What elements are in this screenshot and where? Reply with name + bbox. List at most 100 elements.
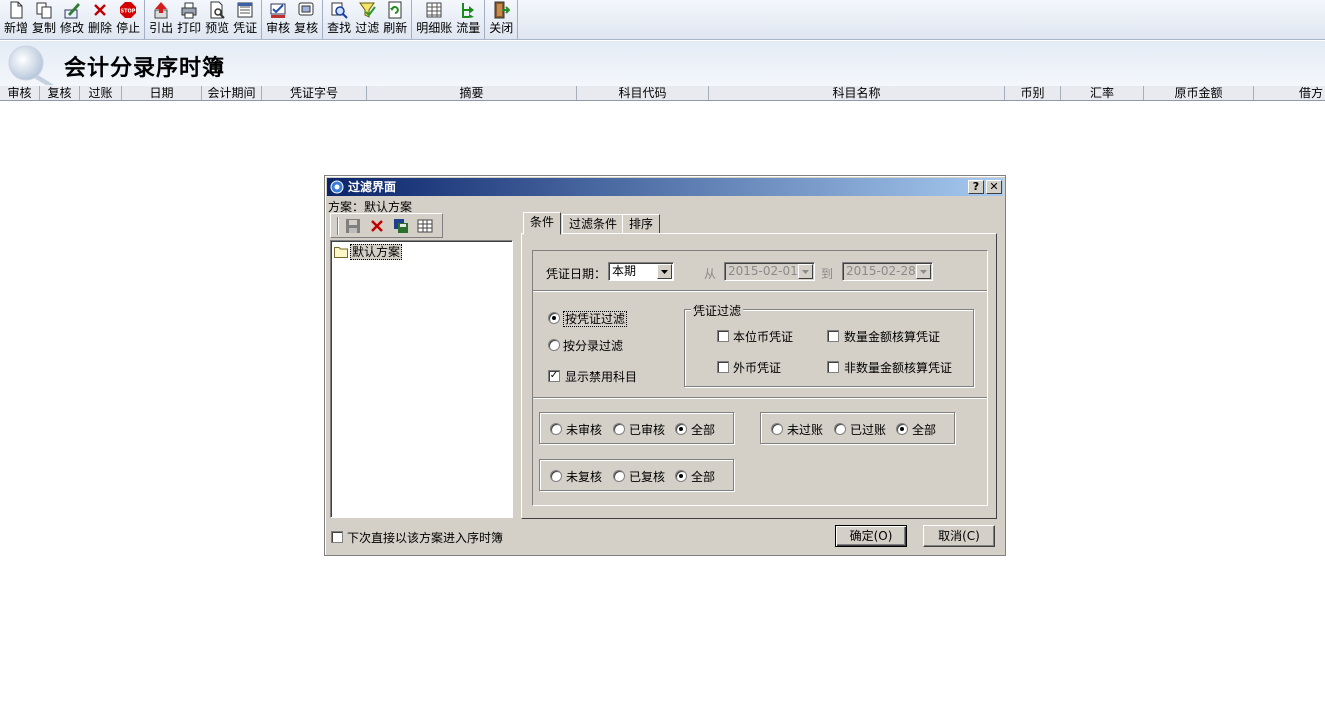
new-button[interactable]: 新增 — [2, 0, 30, 39]
tab-filter-condition[interactable]: 过滤条件 — [562, 214, 625, 234]
checkbox-local-currency[interactable] — [717, 330, 729, 342]
local-currency-label: 本位币凭证 — [733, 330, 794, 344]
column-header[interactable]: 汇率 — [1061, 86, 1144, 100]
column-header[interactable]: 摘要 — [367, 86, 577, 100]
chevron-down-icon[interactable] — [657, 264, 672, 279]
column-header[interactable]: 原币金额 — [1144, 86, 1254, 100]
tree-item-label: 默认方案 — [350, 244, 403, 260]
ok-button[interactable]: 确定(O) — [835, 525, 907, 547]
checkbox-non-qty-amount[interactable] — [827, 361, 839, 373]
radio-audit-all[interactable] — [675, 423, 687, 435]
help-button[interactable]: ? — [968, 180, 984, 194]
delete-icon — [94, 4, 106, 16]
toolbar-button-label: 打印 — [177, 21, 202, 35]
recheck-button[interactable]: 复核 — [292, 0, 320, 39]
filter-icon — [359, 2, 376, 18]
tab-condition[interactable]: 条件 — [523, 212, 562, 235]
edit-button[interactable]: 修改 — [58, 0, 86, 39]
column-header[interactable]: 科目代码 — [577, 86, 709, 100]
tab-sort[interactable]: 排序 — [622, 214, 661, 234]
column-header[interactable]: 凭证字号 — [262, 86, 367, 100]
direct-enter-label: 下次直接以该方案进入序时簿 — [347, 531, 504, 545]
save-scheme-button[interactable] — [343, 216, 363, 236]
chevron-down-icon[interactable] — [916, 264, 931, 279]
toolbar-group: 关闭 — [485, 0, 519, 39]
detail-ledger-icon — [426, 2, 442, 18]
detail-ledger-button[interactable]: 明细账 — [414, 0, 454, 39]
column-header[interactable]: 币别 — [1005, 86, 1061, 100]
toolbar-button-label: 停止 — [116, 21, 141, 35]
column-header[interactable]: 日期 — [122, 86, 202, 100]
column-header[interactable]: 借方 — [1254, 86, 1325, 100]
chevron-down-icon[interactable] — [798, 264, 813, 279]
radio-recheck-all[interactable] — [675, 470, 687, 482]
preview-button[interactable]: 预览 — [203, 0, 231, 39]
to-date-picker[interactable]: 2015-02-28 — [842, 262, 933, 281]
date-period-select[interactable]: 本期 — [608, 262, 674, 281]
radio-unaudited[interactable] — [550, 423, 562, 435]
rechecked-label: 已复核 — [629, 470, 666, 484]
column-header[interactable]: 复核 — [40, 86, 80, 100]
toolbar-button-label: 删除 — [88, 21, 113, 35]
save-as-scheme-button[interactable] — [391, 216, 411, 236]
toolbar-button-label: 过滤 — [355, 21, 380, 35]
checkbox-direct-enter[interactable] — [331, 531, 343, 543]
non-qty-amount-label: 非数量金额核算凭证 — [844, 361, 953, 375]
column-header[interactable]: 会计期间 — [202, 86, 262, 100]
export-icon — [154, 2, 168, 19]
from-date-picker[interactable]: 2015-02-01 — [724, 262, 815, 281]
radio-unposted[interactable] — [771, 423, 783, 435]
radio-rechecked[interactable] — [613, 470, 625, 482]
export-button[interactable]: 引出 — [147, 0, 175, 39]
toolbar-button-label: 查找 — [327, 21, 352, 35]
radio-post-all[interactable] — [896, 423, 908, 435]
toolbar-button-label: 引出 — [149, 21, 174, 35]
to-label: 到 — [821, 267, 834, 281]
find-icon — [331, 2, 348, 19]
filter-button[interactable]: 过滤 — [353, 0, 381, 39]
refresh-button[interactable]: 刷新 — [381, 0, 409, 39]
posted-label: 已过账 — [850, 423, 887, 437]
grid-header: 审核 复核 过账 日期 会计期间 凭证字号 摘要 科目代码 科目名称 币别 汇率 原币金额 借方 — [0, 86, 1325, 101]
tree-item-default-scheme[interactable]: 默认方案 — [334, 244, 403, 260]
print-button[interactable]: 打印 — [175, 0, 203, 39]
toolbar-button-label: 审核 — [266, 21, 291, 35]
find-button[interactable]: 查找 — [325, 0, 353, 39]
toolbar-group: 查找 过滤 刷新 — [323, 0, 413, 39]
close-button[interactable]: 关闭 — [487, 0, 515, 39]
delete-scheme-button[interactable] — [367, 216, 387, 236]
date-period-value: 本期 — [612, 264, 637, 278]
main-toolbar: 新增 复制 修改 删除 STOP 停止 引出 打印 预览 凭证 审核 复核 查找 过滤 刷新 明细账 流量 关闭 — [0, 0, 1325, 40]
toolbar-button-label: 新增 — [4, 21, 29, 35]
print-icon — [181, 2, 197, 19]
checkbox-show-disabled-accounts[interactable]: ✓ — [548, 370, 560, 382]
checkbox-foreign-currency[interactable] — [717, 361, 729, 373]
dialog-title-bar[interactable]: 过滤界面 ? ✕ — [327, 178, 1003, 196]
voucher-button[interactable]: 凭证 — [231, 0, 259, 39]
column-header[interactable]: 科目名称 — [709, 86, 1005, 100]
column-header[interactable]: 审核 — [0, 86, 40, 100]
radio-unrechecked[interactable] — [550, 470, 562, 482]
column-header[interactable]: 过账 — [80, 86, 122, 100]
radio-audited[interactable] — [613, 423, 625, 435]
recheck-status-group: 未复核 已复核 全部 — [539, 459, 734, 491]
red-x-icon — [371, 219, 383, 232]
radio-posted[interactable] — [834, 423, 846, 435]
divider — [533, 290, 987, 292]
dialog-close-button[interactable]: ✕ — [986, 180, 1002, 194]
app-icon — [330, 180, 344, 194]
checkbox-qty-amount[interactable] — [827, 330, 839, 342]
cancel-button[interactable]: 取消(C) — [923, 525, 995, 547]
from-label: 从 — [704, 267, 717, 281]
table-icon — [417, 219, 433, 232]
audit-button[interactable]: 审核 — [264, 0, 292, 39]
scheme-grid-button[interactable] — [415, 216, 435, 236]
recheck-all-label: 全部 — [691, 470, 716, 484]
delete-button[interactable]: 删除 — [86, 0, 114, 39]
copy-button[interactable]: 复制 — [30, 0, 58, 39]
radio-filter-by-entry[interactable] — [548, 339, 560, 351]
radio-filter-by-voucher[interactable] — [548, 312, 560, 324]
scheme-tree[interactable]: 默认方案 — [330, 240, 513, 518]
stop-button[interactable]: STOP 停止 — [114, 0, 142, 39]
flow-button[interactable]: 流量 — [454, 0, 482, 39]
